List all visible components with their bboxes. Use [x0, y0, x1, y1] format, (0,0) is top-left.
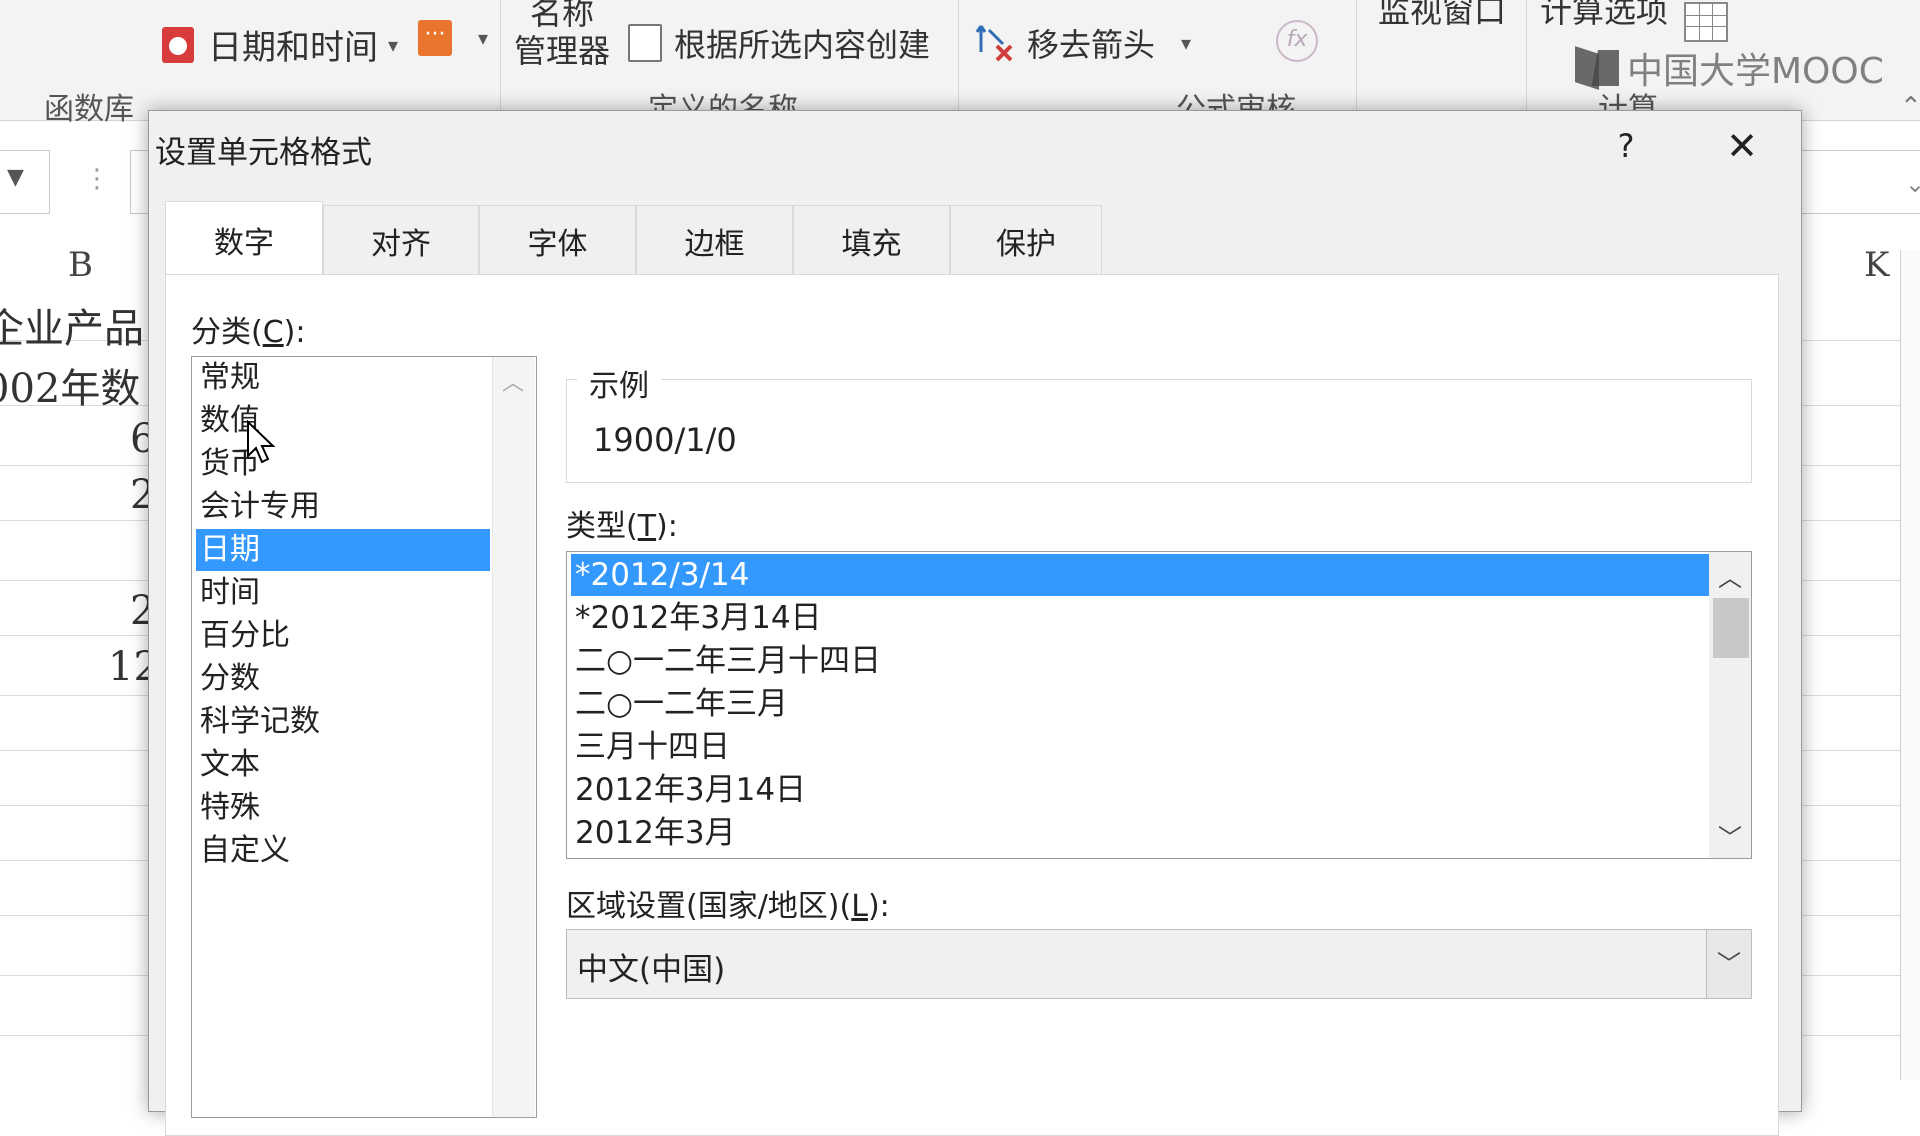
- category-label: 分类(C):: [191, 315, 306, 350]
- expand-formula-icon[interactable]: ⌄: [1905, 170, 1920, 198]
- category-item-date[interactable]: 日期: [196, 529, 490, 571]
- cell[interactable]: 002年数: [0, 356, 140, 414]
- row-line: [0, 520, 150, 521]
- category-scrollbar[interactable]: [492, 357, 535, 1117]
- more-functions-icon: ···: [418, 20, 452, 56]
- tab-font[interactable]: 字体: [479, 205, 636, 276]
- sample-box: [566, 379, 1752, 483]
- chevron-down-icon: ▾: [1181, 31, 1192, 55]
- evaluate-formula-button[interactable]: fx: [1276, 20, 1318, 62]
- format-cells-dialog: 设置单元格格式 ? ✕ 数字 对齐 字体 边框 填充 保护 分类(C): 常规 …: [148, 110, 1802, 1136]
- type-item[interactable]: 二○一二年三月十四日: [571, 640, 1712, 682]
- locale-value: 中文(中国): [577, 952, 726, 988]
- category-item-percentage[interactable]: 百分比: [196, 615, 490, 657]
- remove-arrows-icon: [975, 25, 1013, 62]
- tab-number[interactable]: 数字: [165, 201, 323, 278]
- row-line: [0, 580, 150, 581]
- row-line: [0, 915, 150, 916]
- type-item[interactable]: *2012年3月14日: [571, 597, 1712, 639]
- type-item[interactable]: 2012年3月14日: [571, 769, 1712, 811]
- calendar-icon: [162, 26, 194, 63]
- ribbon-separator: [1356, 0, 1357, 112]
- type-label: 类型(T):: [566, 509, 678, 544]
- row-line: [0, 860, 150, 861]
- formula-input-right[interactable]: [1800, 150, 1920, 214]
- group-label-function-library: 函数库: [44, 92, 134, 127]
- row-line: [0, 1035, 150, 1036]
- name-box[interactable]: ▼: [0, 150, 50, 214]
- scrollbar-thumb[interactable]: [1713, 598, 1749, 658]
- name-manager-button[interactable]: 管理器: [514, 26, 610, 72]
- calc-sheet-button[interactable]: [1684, 2, 1728, 42]
- ribbon-separator: [500, 0, 501, 112]
- category-item-time[interactable]: 时间: [196, 572, 490, 614]
- column-header-k[interactable]: K: [1864, 245, 1889, 295]
- mooc-watermark: 中国大学MOOC: [1575, 42, 1884, 94]
- category-item-number[interactable]: 数值: [196, 400, 490, 442]
- tab-strip: 数字 对齐 字体 边框 填充 保护: [165, 201, 1102, 278]
- row-line: [0, 805, 150, 806]
- category-item-text[interactable]: 文本: [196, 744, 490, 786]
- remove-arrows-button[interactable]: 移去箭头 ▾: [975, 20, 1191, 66]
- fx-icon: fx: [1276, 20, 1318, 62]
- close-button[interactable]: ✕: [1714, 121, 1770, 171]
- category-item-general[interactable]: 常规: [196, 357, 490, 399]
- locale-select[interactable]: 中文(中国) ﹀: [566, 929, 1752, 999]
- category-list[interactable]: 常规 数值 货币 会计专用 日期 时间 百分比 分数 科学记数 文本 特殊 自定…: [191, 356, 537, 1118]
- row-line: [0, 750, 150, 751]
- category-item-special[interactable]: 特殊: [196, 787, 490, 829]
- sample-label: 示例: [577, 361, 661, 405]
- calc-options-button[interactable]: 计算选项: [1540, 0, 1668, 32]
- chevron-down-icon: ▼: [7, 165, 24, 190]
- tab-border[interactable]: 边框: [636, 205, 793, 276]
- chevron-down-icon[interactable]: ﹀: [1709, 818, 1751, 853]
- category-item-scientific[interactable]: 科学记数: [196, 701, 490, 743]
- help-button[interactable]: ?: [1596, 121, 1656, 171]
- locale-label: 区域设置(国家/地区)(L):: [566, 889, 890, 924]
- mouse-cursor-icon: [247, 420, 276, 464]
- more-functions-button[interactable]: ··· ▾: [418, 20, 488, 56]
- type-item[interactable]: *2012/3/14: [571, 554, 1712, 596]
- document-icon: [628, 24, 662, 62]
- watch-window-button[interactable]: 监视窗口: [1378, 0, 1506, 32]
- cell[interactable]: 企业产品: [0, 296, 144, 354]
- type-list[interactable]: *2012/3/14 *2012年3月14日 二○一二年三月十四日 二○一二年三…: [566, 551, 1752, 859]
- row-line: [0, 975, 150, 976]
- ribbon-separator: [958, 0, 959, 112]
- book-logo-icon: [1575, 50, 1619, 86]
- create-from-selection-button[interactable]: 根据所选内容创建: [628, 20, 930, 66]
- ribbon: 日期和时间 ▾ ··· ▾ 名称 管理器 根据所选内容创建 移去箭头 ▾ fx …: [0, 0, 1920, 127]
- chevron-up-icon[interactable]: ︿: [492, 365, 534, 397]
- type-item[interactable]: 二○一二年三月: [571, 683, 1712, 725]
- row-line: [0, 695, 150, 696]
- grid-icon: [1684, 2, 1728, 42]
- column-header-b[interactable]: B: [68, 245, 93, 295]
- tab-protection[interactable]: 保护: [950, 205, 1102, 276]
- category-item-fraction[interactable]: 分数: [196, 658, 490, 700]
- type-item[interactable]: 三月十四日: [571, 726, 1712, 768]
- tab-fill[interactable]: 填充: [793, 205, 950, 276]
- chevron-down-icon[interactable]: ﹀: [1706, 930, 1751, 998]
- ribbon-separator: [1526, 0, 1527, 112]
- dialog-title: 设置单元格格式: [155, 135, 372, 171]
- type-item[interactable]: 2012年3月: [571, 812, 1712, 854]
- chevron-down-icon: ▾: [388, 32, 399, 57]
- type-scrollbar[interactable]: ︿ ﹀: [1709, 552, 1751, 858]
- row-line: [0, 465, 150, 466]
- collapse-ribbon-icon[interactable]: ⌃: [1900, 92, 1920, 122]
- tab-alignment[interactable]: 对齐: [323, 205, 479, 276]
- chevron-down-icon: ▾: [478, 26, 489, 50]
- more-dots-icon[interactable]: ⋮: [84, 164, 110, 194]
- category-item-accounting[interactable]: 会计专用: [196, 486, 490, 528]
- date-time-button[interactable]: 日期和时间 ▾: [162, 20, 398, 69]
- vertical-scrollbar[interactable]: [1900, 250, 1920, 1080]
- chevron-up-icon[interactable]: ︿: [1709, 558, 1751, 593]
- sample-value: 1900/1/0: [593, 421, 737, 459]
- row-line: [0, 635, 150, 636]
- category-item-currency[interactable]: 货币: [196, 443, 490, 485]
- category-item-custom[interactable]: 自定义: [196, 830, 490, 872]
